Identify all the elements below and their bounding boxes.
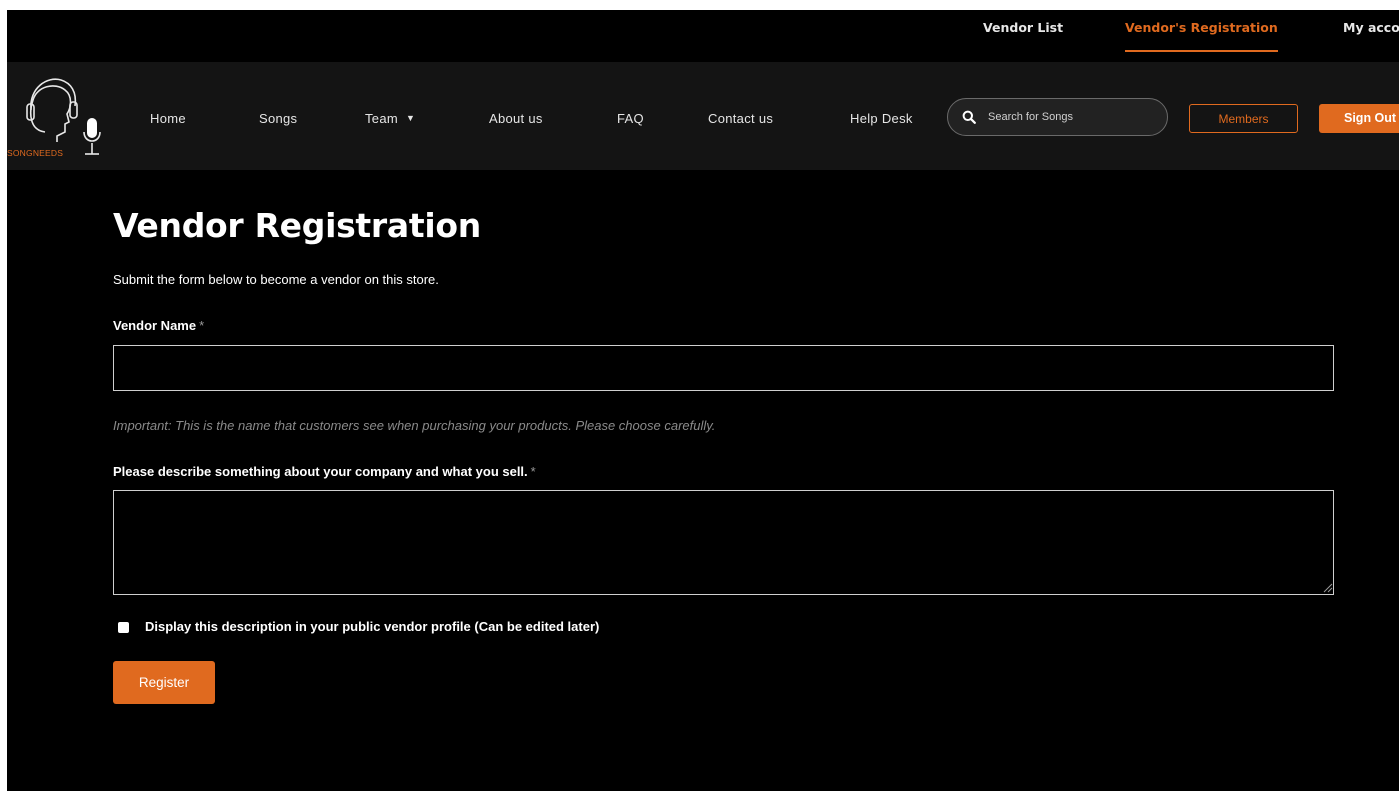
resize-grip-icon[interactable] — [1323, 583, 1333, 593]
required-mark: * — [530, 464, 536, 479]
nav-home[interactable]: Home — [150, 111, 186, 126]
register-button[interactable]: Register — [113, 661, 215, 704]
sign-out-button[interactable]: Sign Out — [1319, 104, 1399, 133]
nav-about-us[interactable]: About us — [489, 111, 543, 126]
top-link-vendor-list[interactable]: Vendor List — [983, 20, 1063, 35]
caret-down-icon: ▼ — [406, 113, 416, 123]
nav-songs[interactable]: Songs — [259, 111, 297, 126]
page-subtitle: Submit the form below to become a vendor… — [113, 272, 439, 287]
display-description-checkbox[interactable] — [118, 622, 129, 633]
top-link-label: Vendor's Registration — [1125, 20, 1278, 35]
description-label-text: Please describe something about your com… — [113, 464, 528, 479]
description-label: Please describe something about your com… — [113, 464, 536, 479]
nav-label: Songs — [259, 111, 298, 126]
songneeds-logo[interactable]: SONGNEEDS — [7, 72, 117, 162]
nav-team[interactable]: Team ▼ — [365, 111, 415, 126]
nav-label: About us — [489, 111, 543, 126]
main-header: SONGNEEDS Home Songs Team ▼ About us FAQ … — [7, 62, 1399, 170]
nav-label: FAQ — [617, 111, 644, 126]
nav-help-desk[interactable]: Help Desk — [850, 111, 913, 126]
display-description-label[interactable]: Display this description in your public … — [145, 619, 599, 634]
song-search-box[interactable] — [947, 98, 1168, 136]
members-button[interactable]: Members — [1189, 104, 1298, 133]
vendor-name-label: Vendor Name * — [113, 318, 204, 333]
description-textarea[interactable] — [113, 490, 1334, 595]
logo-text: SONGNEEDS — [7, 148, 64, 158]
page-title: Vendor Registration — [113, 206, 481, 245]
top-link-label: My acco — [1343, 20, 1399, 35]
nav-faq[interactable]: FAQ — [617, 111, 644, 126]
nav-label: Home — [150, 111, 186, 126]
nav-contact-us[interactable]: Contact us — [708, 111, 773, 126]
page: Vendor List Vendor's Registration My acc… — [7, 10, 1399, 791]
top-link-label: Vendor List — [983, 20, 1064, 35]
search-input[interactable] — [988, 108, 1158, 126]
vendor-name-input[interactable] — [113, 345, 1334, 391]
top-link-my-account[interactable]: My acco — [1343, 20, 1399, 35]
active-tab-underline — [1125, 50, 1278, 52]
required-mark: * — [199, 318, 205, 333]
vendor-name-hint: Important: This is the name that custome… — [113, 418, 716, 433]
top-bar: Vendor List Vendor's Registration My acc… — [7, 10, 1399, 62]
nav-label: Team — [365, 111, 398, 126]
nav-label: Help Desk — [850, 111, 913, 126]
vendor-name-label-text: Vendor Name — [113, 318, 197, 333]
nav-label: Contact us — [708, 111, 774, 126]
top-link-vendors-registration[interactable]: Vendor's Registration — [1125, 20, 1278, 52]
search-icon — [962, 110, 976, 124]
